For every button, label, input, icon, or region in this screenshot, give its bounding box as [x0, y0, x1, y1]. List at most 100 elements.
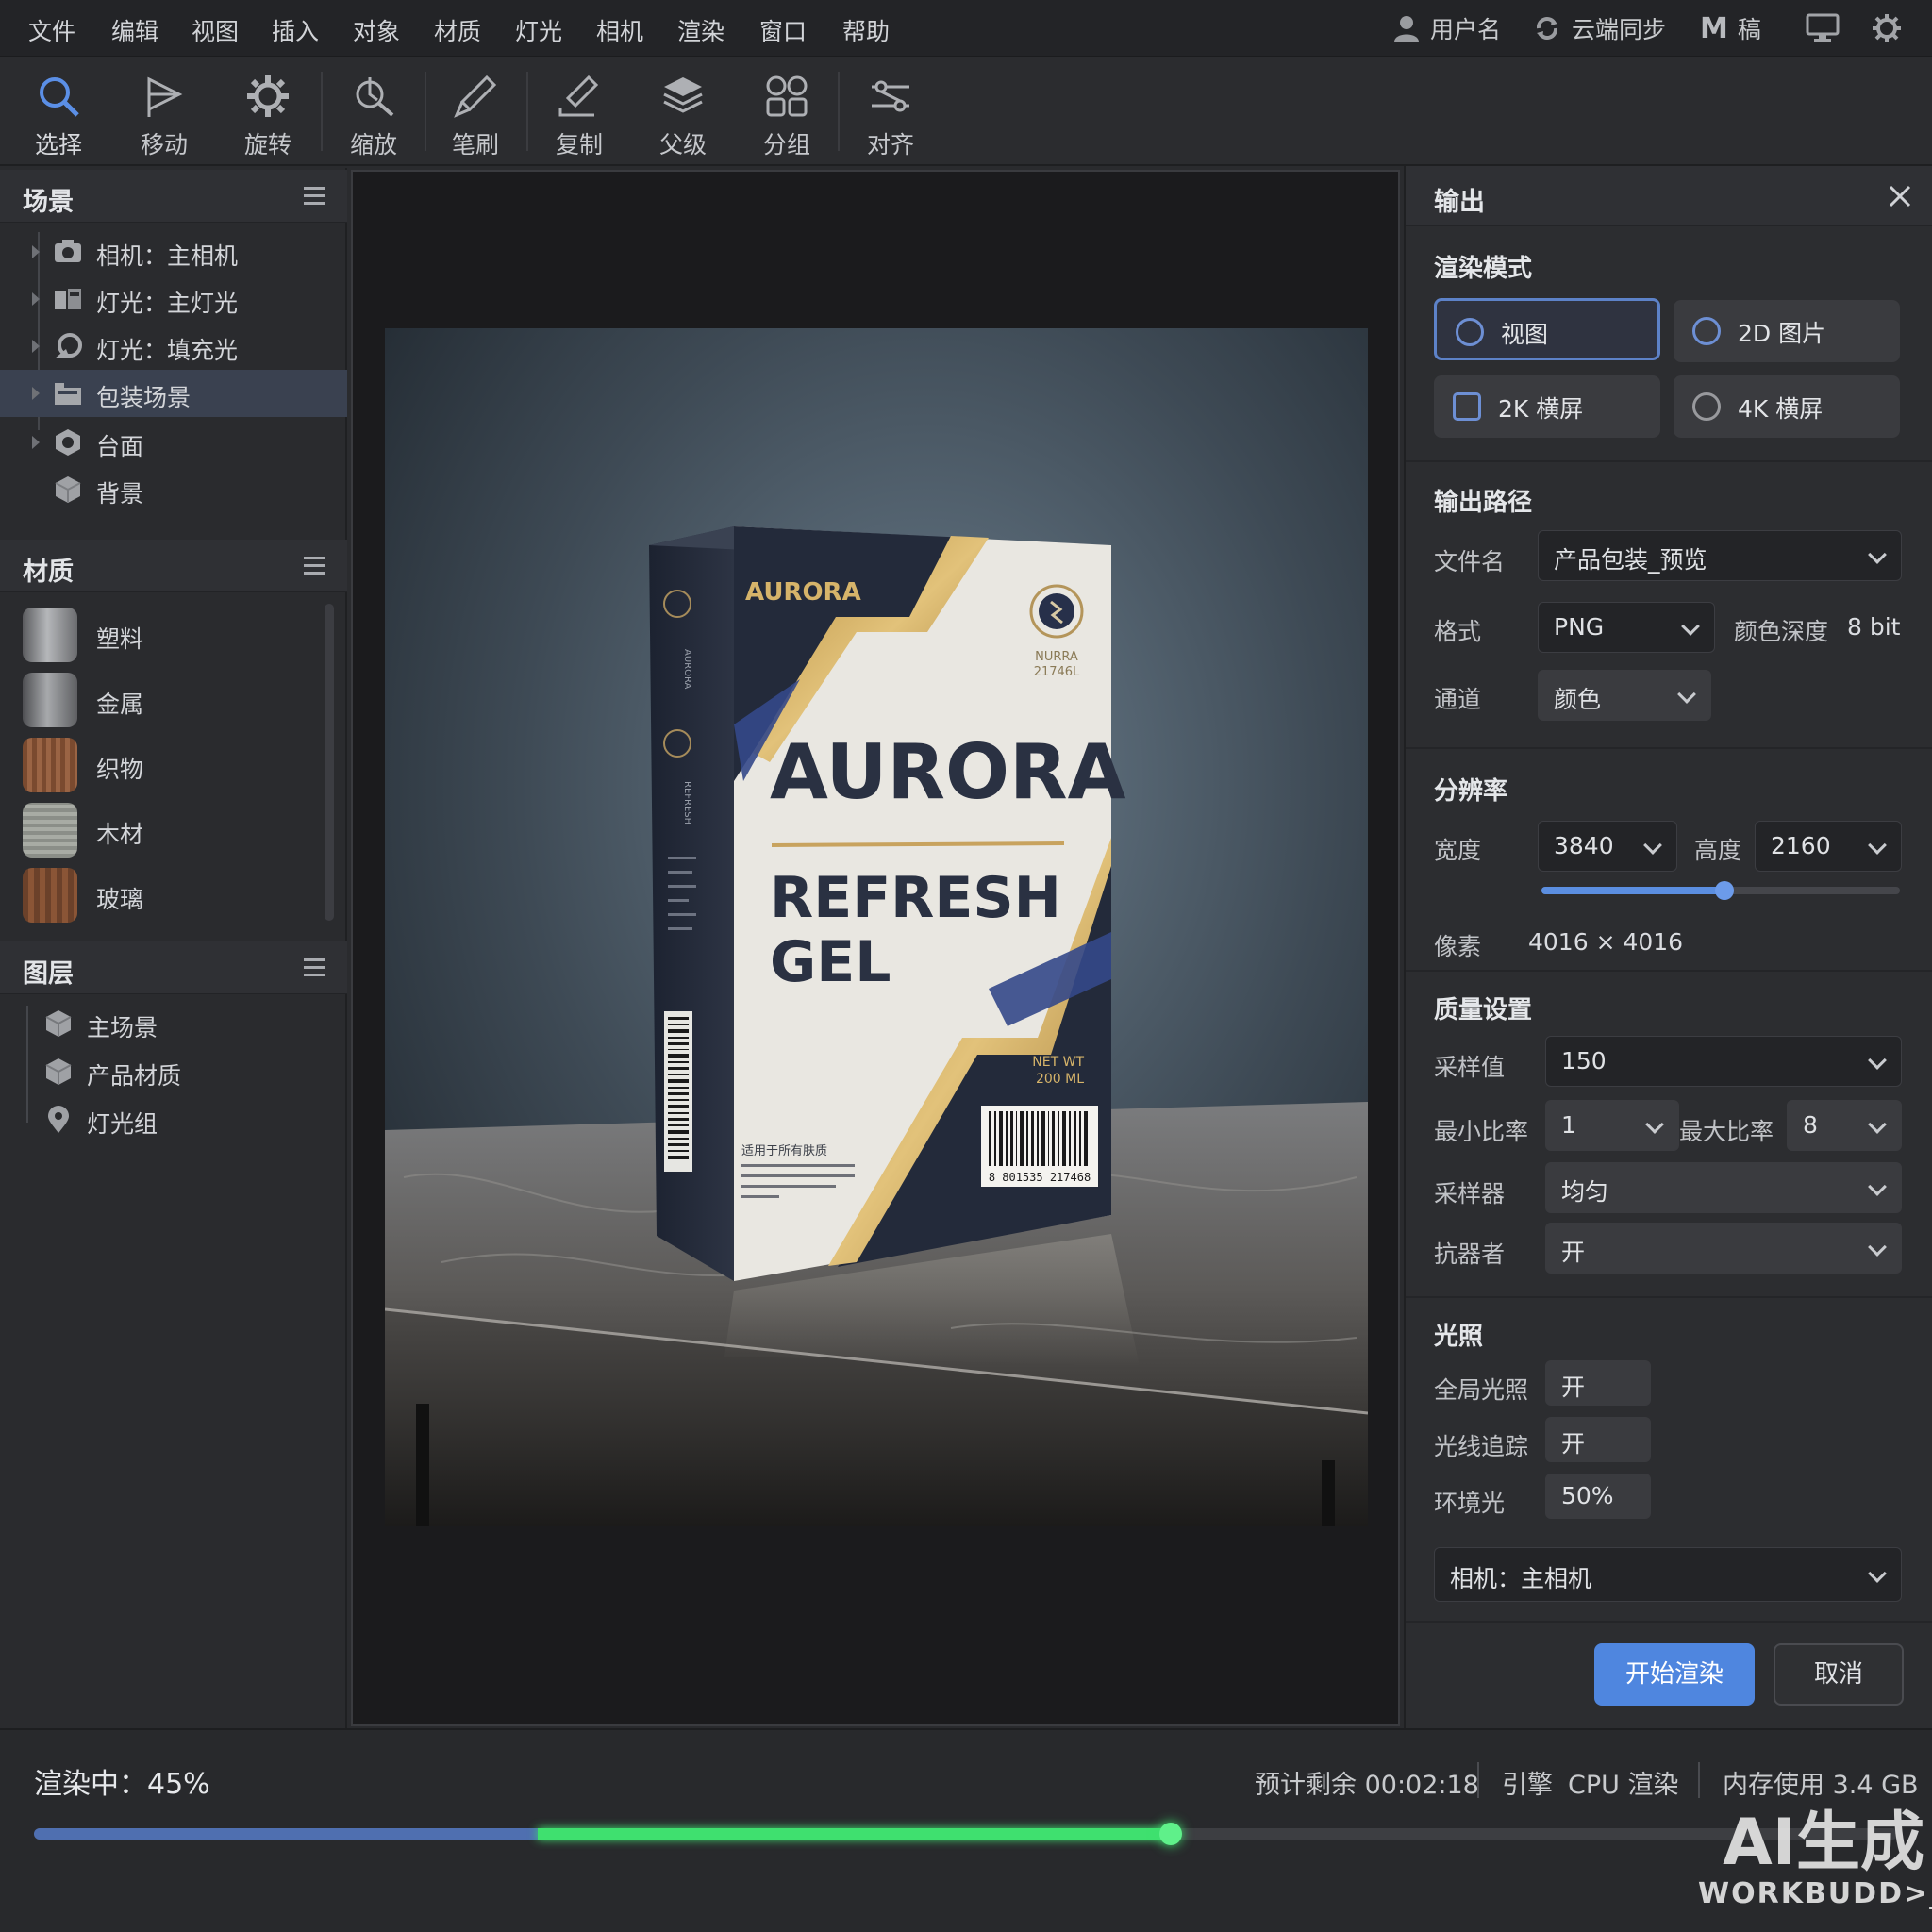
- samples-dropdown[interactable]: 150: [1545, 1036, 1902, 1087]
- menu-render[interactable]: 渲染: [677, 13, 724, 47]
- section-divider: [1406, 1296, 1932, 1298]
- menu-material[interactable]: 材质: [434, 13, 481, 47]
- mode-2d-option[interactable]: 2D 图片: [1674, 300, 1900, 362]
- sampler-dropdown[interactable]: 均匀: [1545, 1162, 1902, 1213]
- material-item[interactable]: 织物: [0, 734, 321, 798]
- materials-menu-icon[interactable]: [304, 557, 325, 579]
- expand-arrow-icon[interactable]: [32, 340, 40, 353]
- toolbar-divider: [425, 72, 426, 151]
- tool-group[interactable]: 分组: [740, 68, 834, 162]
- menu-object[interactable]: 对象: [353, 13, 400, 47]
- tool-duplicate[interactable]: 复制: [532, 68, 626, 162]
- menu-light[interactable]: 灯光: [515, 13, 562, 47]
- height-dropdown[interactable]: 2160: [1755, 821, 1902, 872]
- brush-icon: [454, 75, 497, 118]
- layer-item[interactable]: 灯光组: [0, 1096, 347, 1143]
- resolution-title: 分辨率: [1434, 777, 1508, 806]
- ambient-input[interactable]: 50%: [1545, 1474, 1651, 1519]
- mode-4k-option[interactable]: 4K 横屏: [1674, 375, 1900, 438]
- tool-move[interactable]: 移动: [117, 68, 211, 162]
- layer-item[interactable]: 主场景: [0, 1000, 347, 1047]
- menu-window[interactable]: 窗口: [759, 13, 807, 47]
- scene-item-camera[interactable]: 相机：主相机: [0, 228, 347, 275]
- sync-icon: [1536, 17, 1558, 40]
- scene-item-label: 包装场景: [96, 384, 192, 411]
- tool-brush[interactable]: 笔刷: [428, 68, 523, 162]
- material-item[interactable]: 金属: [0, 669, 321, 733]
- tool-rotate[interactable]: 旋转: [221, 68, 315, 162]
- menu-file[interactable]: 文件: [28, 13, 75, 47]
- usage-note-text: 适用于所有肤质: [741, 1144, 827, 1158]
- sampler-value: 均匀: [1561, 1178, 1609, 1206]
- antialias-dropdown[interactable]: 开: [1545, 1223, 1902, 1274]
- chevron-down-icon: [1868, 1238, 1887, 1257]
- tool-select[interactable]: 选择: [11, 68, 106, 162]
- product-render: NURRA 21746L AURORA AURORA REFRESH GEL N…: [385, 328, 1368, 1526]
- scene-item-fill-light[interactable]: 灯光：填充光: [0, 323, 347, 370]
- camera-dropdown[interactable]: 相机：主相机: [1434, 1547, 1902, 1602]
- max-rate-dropdown[interactable]: 8: [1787, 1100, 1902, 1151]
- resolution-slider[interactable]: [1541, 881, 1900, 900]
- min-rate-dropdown[interactable]: 1: [1545, 1100, 1679, 1151]
- menu-bar: 文件 编辑 视图 插入 对象 材质 灯光 相机 渲染 窗口 帮助 用户名 云端同…: [0, 0, 1932, 57]
- tool-select-label: 选择: [34, 131, 82, 158]
- cancel-button[interactable]: 取消: [1774, 1643, 1904, 1706]
- raytrace-toggle[interactable]: 开: [1545, 1417, 1651, 1462]
- format-dropdown[interactable]: PNG: [1538, 602, 1715, 653]
- material-item[interactable]: 塑料: [0, 604, 321, 668]
- materials-scrollbar[interactable]: [325, 604, 334, 921]
- gi-label: 全局光照: [1434, 1376, 1529, 1404]
- channel-value: 颜色: [1554, 686, 1602, 713]
- menu-edit[interactable]: 编辑: [111, 13, 158, 47]
- close-icon[interactable]: [1889, 185, 1911, 208]
- watermark-line-1: AI生成: [1723, 1806, 1924, 1880]
- mode-2k-option[interactable]: 2K 横屏: [1434, 375, 1660, 438]
- color-depth-value: 8 bit: [1847, 613, 1901, 641]
- layer-item[interactable]: 产品材质: [0, 1048, 347, 1095]
- menu-help[interactable]: 帮助: [842, 13, 890, 47]
- menu-insert[interactable]: 插入: [272, 13, 319, 47]
- toolbar-divider: [838, 72, 840, 151]
- expand-arrow-icon[interactable]: [32, 387, 40, 400]
- scene-item-table[interactable]: 台面: [0, 419, 347, 466]
- ambient-value: 50%: [1561, 1482, 1614, 1509]
- material-label: 木材: [96, 821, 144, 848]
- layers-menu-icon[interactable]: [304, 958, 325, 981]
- tool-scale[interactable]: 缩放: [326, 68, 421, 162]
- channel-dropdown[interactable]: 颜色: [1538, 670, 1711, 721]
- tool-align[interactable]: 对齐: [843, 68, 938, 162]
- scene-item-background[interactable]: 背景: [0, 466, 347, 513]
- width-dropdown[interactable]: 3840: [1538, 821, 1677, 872]
- layers-panel-header: 图层: [0, 941, 347, 994]
- scene-item-main-light[interactable]: 灯光：主灯光: [0, 275, 347, 323]
- resolution-slider-handle[interactable]: [1714, 881, 1734, 900]
- width-value: 3840: [1554, 832, 1614, 859]
- monitor-button[interactable]: [1806, 13, 1840, 43]
- samples-label: 采样值: [1434, 1054, 1506, 1081]
- menu-view[interactable]: 视图: [192, 13, 239, 47]
- menu-camera[interactable]: 相机: [596, 13, 643, 47]
- pixels-value: 4016 × 4016: [1528, 928, 1684, 956]
- expand-arrow-icon[interactable]: [32, 292, 40, 306]
- antialias-value: 开: [1561, 1239, 1586, 1266]
- expand-arrow-icon[interactable]: [32, 245, 40, 258]
- scene-item-package[interactable]: 包装场景: [0, 370, 347, 417]
- settings-button[interactable]: [1872, 13, 1902, 43]
- draft-status[interactable]: M 稿: [1700, 11, 1761, 45]
- filename-dropdown[interactable]: 产品包装_预览: [1538, 530, 1902, 581]
- cloud-sync[interactable]: 云端同步: [1532, 11, 1666, 45]
- mode-view-option[interactable]: 视图: [1434, 298, 1660, 360]
- tool-parent[interactable]: 父级: [636, 68, 730, 162]
- material-item[interactable]: 玻璃: [0, 864, 321, 928]
- user-account[interactable]: 用户名: [1392, 11, 1501, 45]
- start-render-button[interactable]: 开始渲染: [1594, 1643, 1755, 1706]
- scene-menu-icon[interactable]: [304, 187, 325, 209]
- gi-toggle[interactable]: 开: [1545, 1360, 1651, 1406]
- expand-arrow-icon[interactable]: [32, 436, 40, 449]
- scene-item-label: 灯光：填充光: [96, 337, 239, 364]
- chevron-down-icon: [1868, 1177, 1887, 1196]
- channel-label: 通道: [1434, 686, 1482, 713]
- material-item[interactable]: 木材: [0, 799, 321, 863]
- gi-value: 开: [1561, 1374, 1586, 1401]
- radio-icon: [1456, 318, 1484, 346]
